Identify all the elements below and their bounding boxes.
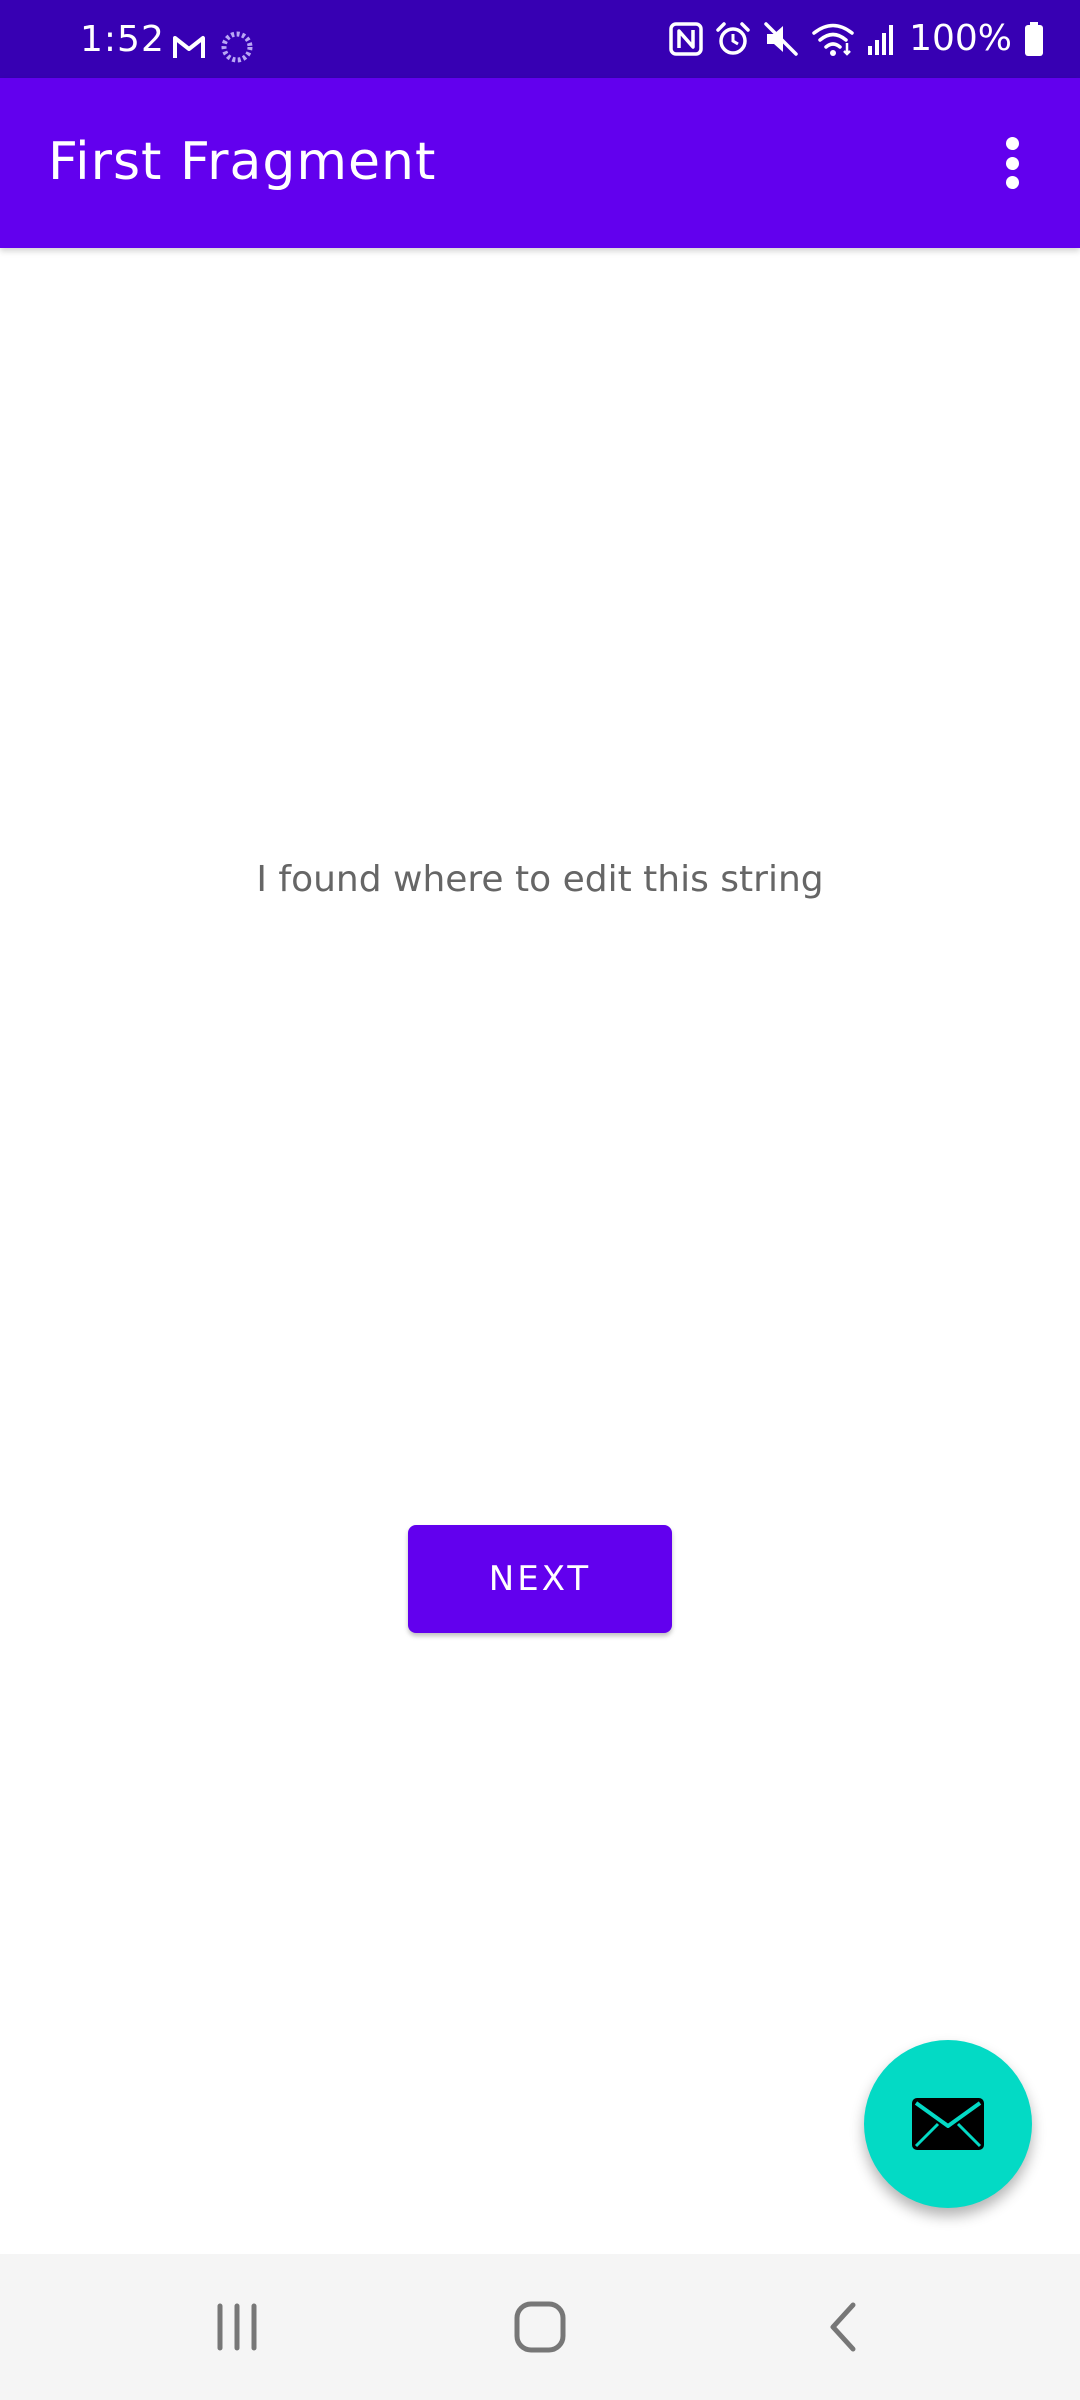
email-icon <box>912 2098 984 2150</box>
wifi-icon <box>812 23 854 56</box>
email-fab-button[interactable] <box>864 2040 1032 2208</box>
signal-icon <box>868 25 894 55</box>
status-time: 1:52 <box>80 19 165 60</box>
status-bar: 1:52 100% <box>0 0 1080 78</box>
home-button[interactable] <box>460 2254 620 2400</box>
status-right: 100% <box>669 16 1044 62</box>
app-bar: First Fragment <box>0 78 1080 248</box>
nfc-icon <box>669 22 703 56</box>
sync-icon <box>221 31 253 63</box>
content-message: I found where to edit this string <box>256 859 824 900</box>
back-icon <box>830 2302 856 2352</box>
back-button[interactable] <box>763 2254 923 2400</box>
overflow-dot <box>1005 156 1019 170</box>
status-left-icons <box>172 30 254 64</box>
overflow-dot <box>1005 176 1019 189</box>
recent-apps-button[interactable] <box>157 2254 317 2400</box>
more-vert-icon[interactable] <box>984 133 1040 193</box>
gmail-icon <box>173 36 205 58</box>
mute-icon <box>764 22 798 56</box>
next-button[interactable]: NEXT <box>408 1525 672 1633</box>
battery-percent: 100% <box>909 18 1012 59</box>
system-nav-bar <box>0 2254 1080 2400</box>
recent-apps-icon <box>217 2303 257 2351</box>
page-title: First Fragment <box>48 132 437 192</box>
screen: 1:52 100% First Fragment I found where t… <box>0 0 1080 2400</box>
battery-icon <box>1025 22 1043 56</box>
home-icon <box>514 2301 566 2353</box>
overflow-dot <box>1005 137 1019 150</box>
alarm-icon <box>716 22 750 55</box>
